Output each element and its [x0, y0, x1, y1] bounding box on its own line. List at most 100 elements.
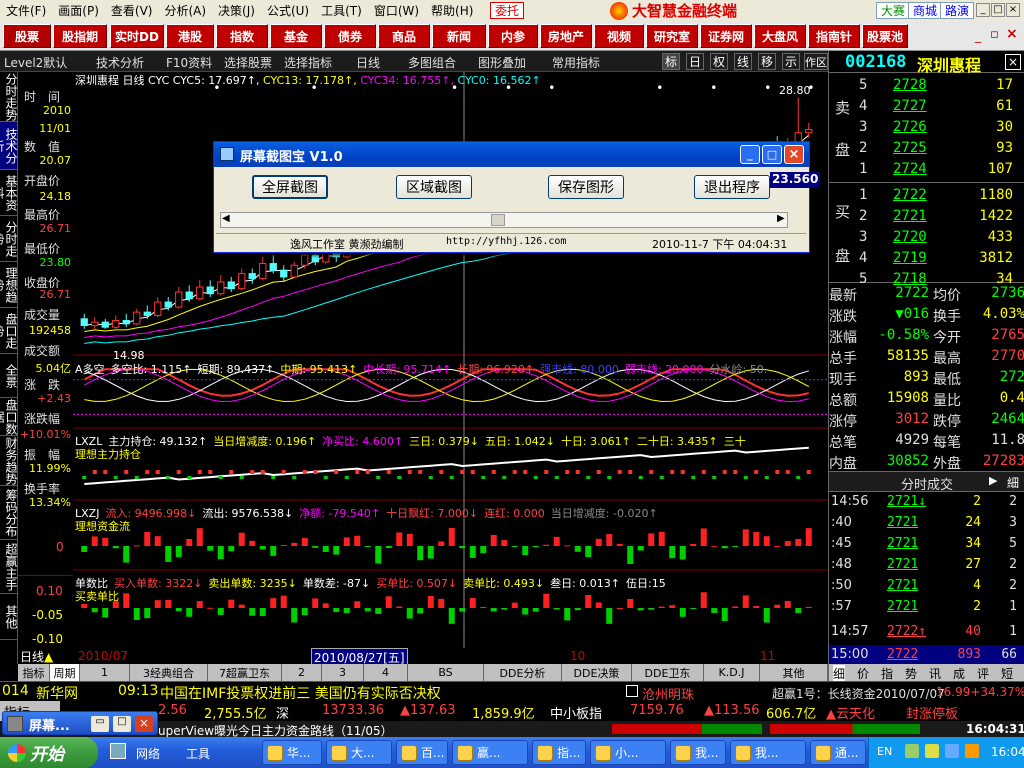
module-1[interactable]: 股指期: [53, 24, 107, 48]
module-9[interactable]: 内参: [488, 24, 538, 48]
module-3[interactable]: 港股: [166, 24, 214, 48]
region-capture-button[interactable]: 区域截图: [396, 175, 472, 199]
quote-tab-6[interactable]: 评: [977, 665, 989, 682]
trade-row-6[interactable]: 14:57 2722↑ 40 1: [829, 622, 1024, 642]
left-tab-4[interactable]: 理想趋势: [0, 262, 18, 308]
trade-row-7[interactable]: 15:00 2722 893 66: [829, 645, 1024, 665]
bids-row-0[interactable]: 1 2722 1180: [829, 185, 1024, 206]
bottom-tab-7[interactable]: 4: [364, 664, 408, 681]
left-tab-9[interactable]: 筹码分布: [0, 486, 18, 540]
bids-row-3[interactable]: 4 2719 3812: [829, 248, 1024, 269]
bids-price[interactable]: 2721: [893, 208, 927, 224]
quote-tab-0[interactable]: 细: [833, 665, 846, 682]
module-14[interactable]: 大盘风: [754, 24, 806, 48]
start-button[interactable]: 开始: [0, 737, 98, 768]
module-5[interactable]: 基金: [270, 24, 322, 48]
bottom-tab-10[interactable]: DDE决策: [562, 664, 632, 681]
popup-close-icon[interactable]: ×: [135, 716, 153, 732]
play-icon[interactable]: ▶: [989, 474, 997, 487]
bottom-tab-8[interactable]: BS: [408, 664, 484, 681]
left-tab-2[interactable]: 基本资料: [0, 170, 18, 216]
panel-close-icon[interactable]: ×: [1005, 54, 1021, 70]
move-button[interactable]: 移: [758, 53, 776, 70]
trade-row-5[interactable]: :57 2721 2 1: [829, 597, 1024, 617]
common-indicator-button[interactable]: 常用指标: [552, 54, 600, 71]
show-button[interactable]: 示: [782, 53, 800, 70]
task-button-1[interactable]: 大...: [326, 740, 392, 765]
period-label[interactable]: 日线▲: [20, 648, 53, 665]
asks-price[interactable]: 2728: [893, 77, 927, 93]
left-tab-10[interactable]: 超赢主手: [0, 540, 18, 594]
fullscreen-capture-button[interactable]: 全屏截图: [252, 175, 328, 199]
dialog-minimize-icon[interactable]: _: [740, 145, 760, 164]
quote-tab-4[interactable]: 讯: [929, 665, 941, 682]
trade-button[interactable]: 委托: [490, 2, 525, 19]
dialog-url[interactable]: http://yfhhj.126.com: [446, 236, 566, 247]
module-0[interactable]: 股票: [3, 24, 51, 48]
dialog-scrollbar[interactable]: ◀ ▶: [220, 212, 788, 228]
bids-price[interactable]: 2719: [893, 250, 927, 266]
select-indicator-button[interactable]: 选择指标: [284, 54, 332, 71]
bottom-tab-5[interactable]: 2: [282, 664, 322, 681]
dialog-close-icon[interactable]: ×: [784, 145, 804, 164]
asks-price[interactable]: 2725: [893, 140, 927, 156]
bottom-tab-12[interactable]: K.D.J: [704, 664, 760, 681]
left-tab-0[interactable]: 分时走势: [0, 72, 18, 122]
quote-tab-5[interactable]: 成: [953, 665, 965, 682]
lang-indicator[interactable]: EN: [877, 745, 892, 758]
menu-analysis[interactable]: 分析(A): [158, 2, 212, 19]
asks-row-3[interactable]: 2 2725 93: [829, 138, 1024, 159]
menu-formula[interactable]: 公式(U): [261, 2, 315, 19]
taskbar-popup[interactable]: 屏幕... ▭ □ ×: [2, 711, 158, 735]
asks-row-2[interactable]: 3 2726 30: [829, 117, 1024, 138]
quick-network-label[interactable]: 网络: [136, 745, 160, 762]
quote-tab-7[interactable]: 短: [1001, 665, 1013, 682]
module-7[interactable]: 商品: [378, 24, 430, 48]
bids-price[interactable]: 2720: [893, 229, 927, 245]
day-button[interactable]: 日: [686, 53, 704, 70]
asks-row-4[interactable]: 1 2724 107: [829, 159, 1024, 180]
module-15[interactable]: 指南针: [808, 24, 860, 48]
menu-decision[interactable]: 决策(J): [212, 2, 261, 19]
workspace-button[interactable]: 作区: [804, 53, 828, 70]
module-12[interactable]: 研究室: [646, 24, 698, 48]
roadshow-button[interactable]: 路演: [940, 2, 975, 19]
scroll-right-icon[interactable]: ▶: [777, 213, 785, 224]
module-8[interactable]: 新闻: [432, 24, 486, 48]
tray-app-icon[interactable]: [905, 744, 919, 758]
module-6[interactable]: 债券: [324, 24, 376, 48]
overlay-button[interactable]: 图形叠加: [478, 54, 526, 71]
level2-default[interactable]: Level2默认: [4, 54, 67, 71]
save-image-button[interactable]: 保存图形: [548, 175, 624, 199]
maximize-icon[interactable]: □: [991, 3, 1005, 17]
trade-row-2[interactable]: :45 2721 34 5: [829, 534, 1024, 554]
network-icon[interactable]: [110, 743, 126, 759]
trade-row-0[interactable]: 14:56 2721↓ 2 2: [829, 492, 1024, 512]
menu-view[interactable]: 查看(V): [105, 2, 159, 19]
asks-price[interactable]: 2724: [893, 161, 927, 177]
task-button-4[interactable]: 指...: [532, 740, 586, 765]
asks-row-0[interactable]: 5 2728 17: [829, 75, 1024, 96]
detail-button[interactable]: 細: [1007, 474, 1019, 491]
left-tab-8[interactable]: 财务趋势: [0, 436, 18, 486]
select-stock-button[interactable]: 选择股票: [224, 54, 272, 71]
asks-price[interactable]: 2726: [893, 119, 927, 135]
scroll-thumb[interactable]: [491, 214, 505, 226]
close-icon[interactable]: ×: [1006, 3, 1020, 17]
window-icon[interactable]: ▫: [990, 27, 999, 42]
tray-security-icon[interactable]: [965, 744, 979, 758]
bottom-tab-4[interactable]: 7超赢卫东: [208, 664, 282, 681]
module-4[interactable]: 指数: [216, 24, 268, 48]
bids-price[interactable]: 2722: [893, 187, 927, 203]
left-tab-3[interactable]: 分时走势: [0, 216, 18, 262]
module-10[interactable]: 房地产: [540, 24, 592, 48]
menu-help[interactable]: 帮助(H): [425, 2, 479, 19]
quote-tab-3[interactable]: 势: [905, 665, 917, 682]
left-tab-7[interactable]: 盘口数据: [0, 398, 18, 436]
asks-row-1[interactable]: 4 2727 61: [829, 96, 1024, 117]
menu-file[interactable]: 文件(F): [0, 2, 52, 19]
multi-chart-button[interactable]: 多图组合: [408, 54, 456, 71]
contest-button[interactable]: 大赛: [876, 2, 911, 19]
mark-button[interactable]: 标: [662, 53, 680, 70]
rights-button[interactable]: 权: [710, 53, 728, 70]
